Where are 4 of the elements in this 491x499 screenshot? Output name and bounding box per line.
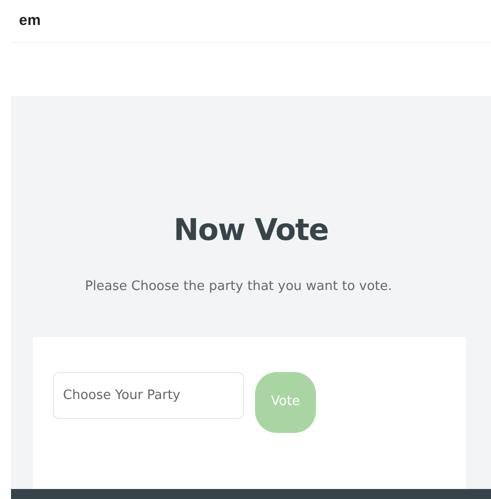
page-title: Now Vote xyxy=(174,212,328,250)
page-subtitle: Please Choose the party that you want to vote. xyxy=(84,278,392,296)
brand-name: em xyxy=(19,10,41,31)
party-field[interactable]: Choose Your Party xyxy=(53,372,244,418)
